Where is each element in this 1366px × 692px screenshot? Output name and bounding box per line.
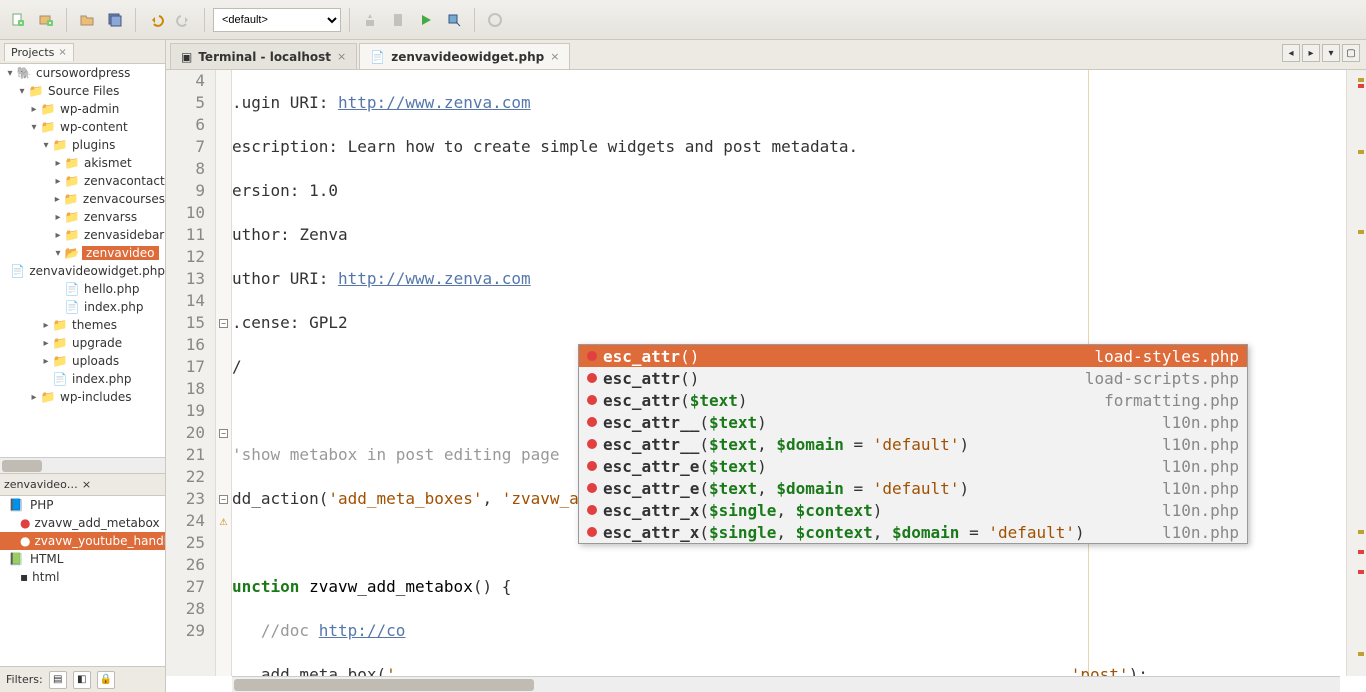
tree-wp-includes[interactable]: wp-includes — [58, 390, 132, 404]
filter-static-button[interactable]: ◧ — [73, 671, 91, 689]
filter-bar: Filters: ▤ ◧ 🔒 — [0, 666, 165, 692]
tree-upgrade[interactable]: upgrade — [70, 336, 122, 350]
redo-button[interactable] — [172, 8, 196, 32]
filter-fields-button[interactable]: ▤ — [49, 671, 67, 689]
editor-tabs: ▣ Terminal - localhost × 📄 zenvavideowid… — [166, 40, 1366, 70]
navigator-tab[interactable]: zenvavideo… × — [0, 474, 165, 496]
next-tab-button[interactable]: ▸ — [1302, 44, 1320, 62]
close-icon[interactable]: × — [82, 478, 91, 491]
tree-file[interactable]: hello.php — [82, 282, 139, 296]
tab-terminal-label: Terminal - localhost — [198, 50, 331, 64]
tree-item[interactable]: zenvarss — [82, 210, 137, 224]
prev-tab-button[interactable]: ◂ — [1282, 44, 1300, 62]
clean-button[interactable] — [386, 8, 410, 32]
line-gutter: 4567891011121314151617181920212223242526… — [166, 70, 216, 676]
new-file-button[interactable] — [6, 8, 30, 32]
close-icon[interactable]: × — [58, 47, 66, 58]
projects-tab-label: Projects — [11, 46, 54, 59]
open-button[interactable] — [75, 8, 99, 32]
fold-column[interactable]: −−−⚠ — [216, 70, 232, 676]
new-project-button[interactable] — [34, 8, 58, 32]
tree-akismet[interactable]: akismet — [82, 156, 132, 170]
tree-hscroll[interactable] — [0, 457, 165, 473]
completion-item[interactable]: esc_attr__($text, $domain = 'default')l1… — [579, 433, 1247, 455]
build-button[interactable] — [358, 8, 382, 32]
code-editor[interactable]: 4567891011121314151617181920212223242526… — [166, 70, 1366, 692]
completion-item[interactable]: esc_attr()load-scripts.php — [579, 367, 1247, 389]
completion-item[interactable]: esc_attr_x($single, $context, $domain = … — [579, 521, 1247, 543]
projects-tab[interactable]: Projects × — [4, 43, 74, 61]
tree-wp-admin[interactable]: wp-admin — [58, 102, 119, 116]
sidebar: Projects × ▾🐘cursowordpress ▾📁Source Fil… — [0, 40, 166, 692]
code-completion-popup[interactable]: esc_attr()load-styles.phpesc_attr()load-… — [578, 344, 1248, 544]
editor-tab-controls: ◂ ▸ ▾ ▢ — [1282, 44, 1360, 62]
completion-item[interactable]: esc_attr_e($text)l10n.php — [579, 455, 1247, 477]
close-icon[interactable]: × — [550, 50, 559, 63]
editor-hscroll[interactable] — [232, 676, 1340, 692]
tree-wp-content[interactable]: wp-content — [58, 120, 128, 134]
tab-terminal[interactable]: ▣ Terminal - localhost × — [170, 43, 357, 69]
tree-item[interactable]: zenvacontact — [82, 174, 165, 188]
terminal-icon: ▣ — [181, 50, 192, 64]
tab-file-label: zenvavideowidget.php — [391, 50, 544, 64]
overview-ruler[interactable] — [1346, 70, 1366, 676]
profile-button[interactable] — [483, 8, 507, 32]
project-tree[interactable]: ▾🐘cursowordpress ▾📁Source Files ▸📁wp-adm… — [0, 64, 165, 474]
filters-label: Filters: — [6, 673, 43, 686]
save-all-button[interactable] — [103, 8, 127, 32]
nav-html-header[interactable]: 📗HTML — [0, 550, 165, 568]
tree-source-files[interactable]: Source Files — [46, 84, 119, 98]
completion-item[interactable]: esc_attr_x($single, $context)l10n.php — [579, 499, 1247, 521]
tree-uploads[interactable]: uploads — [70, 354, 119, 368]
tree-plugins[interactable]: plugins — [70, 138, 115, 152]
tab-zenvavideowidget[interactable]: 📄 zenvavideowidget.php × — [359, 43, 570, 69]
nav-html-item[interactable]: ▪html — [0, 568, 165, 586]
navigator-panel: zenvavideo… × 📘PHP ●zvavw_add_metabox ●z… — [0, 474, 165, 666]
completion-item[interactable]: esc_attr__($text)l10n.php — [579, 411, 1247, 433]
tree-root[interactable]: cursowordpress — [34, 66, 130, 80]
undo-button[interactable] — [144, 8, 168, 32]
tree-themes[interactable]: themes — [70, 318, 117, 332]
maximize-button[interactable]: ▢ — [1342, 44, 1360, 62]
tree-item[interactable]: zenvacourses — [81, 192, 165, 206]
debug-button[interactable] — [442, 8, 466, 32]
tree-file[interactable]: index.php — [82, 300, 143, 314]
sidebar-tabs: Projects × — [0, 40, 165, 64]
config-select[interactable]: <default> — [213, 8, 341, 32]
navigator-tab-label: zenvavideo… — [4, 478, 78, 491]
nav-function[interactable]: ●zvavw_add_metabox — [0, 514, 165, 532]
completion-item[interactable]: esc_attr($text)formatting.php — [579, 389, 1247, 411]
tab-list-button[interactable]: ▾ — [1322, 44, 1340, 62]
main-toolbar: <default> — [0, 0, 1366, 40]
completion-item[interactable]: esc_attr()load-styles.php — [579, 345, 1247, 367]
completion-item[interactable]: esc_attr_e($text, $domain = 'default')l1… — [579, 477, 1247, 499]
nav-php-header[interactable]: 📘PHP — [0, 496, 165, 514]
tree-item[interactable]: zenvasidebar — [82, 228, 164, 242]
tree-file[interactable]: index.php — [70, 372, 131, 386]
nav-function-selected[interactable]: ●zvavw_youtube_handler — [0, 532, 165, 550]
tree-zenvavideo[interactable]: zenvavideo — [82, 246, 159, 260]
filter-nonpublic-button[interactable]: 🔒 — [97, 671, 115, 689]
editor-area: ▣ Terminal - localhost × 📄 zenvavideowid… — [166, 40, 1366, 692]
close-icon[interactable]: × — [337, 50, 346, 63]
run-button[interactable] — [414, 8, 438, 32]
php-file-icon: 📄 — [370, 50, 385, 64]
tree-file[interactable]: zenvavideowidget.php — [27, 264, 165, 278]
